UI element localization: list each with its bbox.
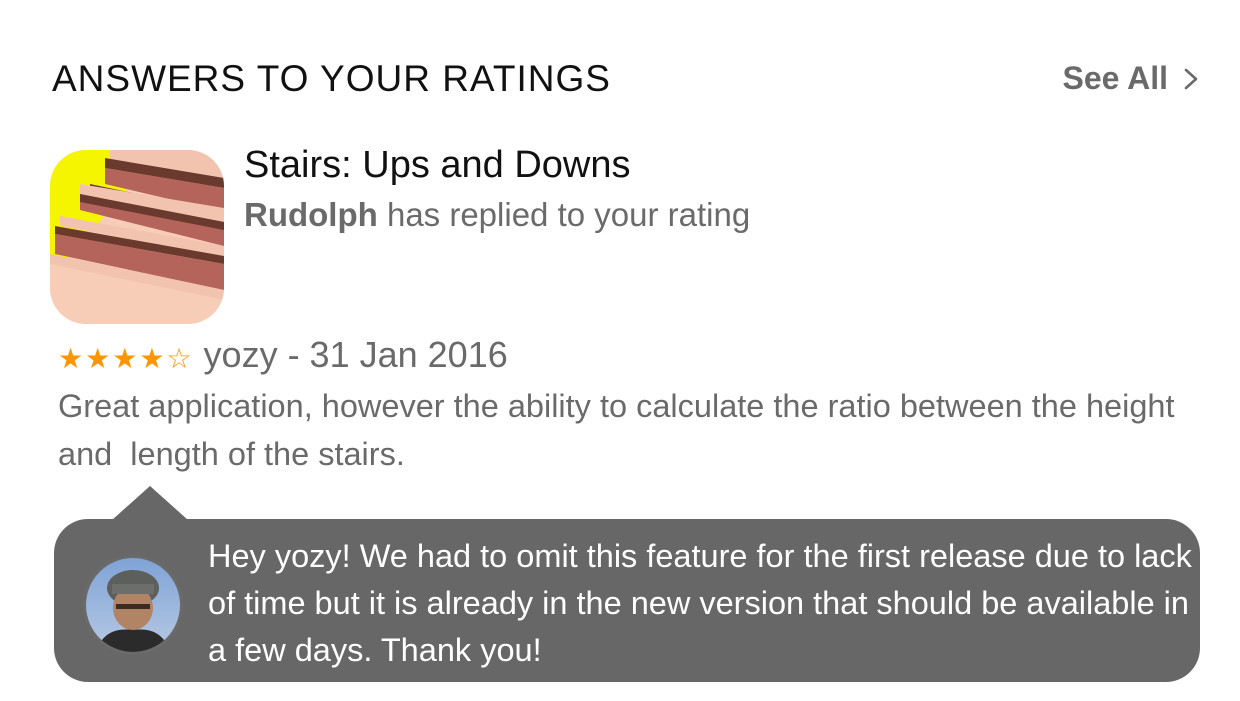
developer-avatar: [86, 558, 180, 652]
section-title: ANSWERS TO YOUR RATINGS: [52, 58, 611, 99]
star-empty-icon: ☆: [166, 343, 192, 374]
app-title[interactable]: Stairs: Ups and Downs: [244, 144, 631, 187]
see-all-link[interactable]: See All: [1062, 60, 1200, 97]
reply-bubble-tail: [112, 486, 188, 520]
reply-notice-text: has replied to your rating: [377, 196, 751, 233]
review-rating-line: ★ ★ ★ ★ ☆ yozy - 31 Jan 2016: [58, 334, 508, 376]
stairs-app-icon[interactable]: [50, 150, 224, 324]
chevron-right-icon: [1184, 68, 1198, 89]
see-all-label: See All: [1062, 60, 1168, 96]
reply-notice: Rudolph has replied to your rating: [244, 196, 750, 234]
star-filled-icon: ★: [85, 343, 111, 374]
star-filled-icon: ★: [139, 343, 165, 374]
review-meta: yozy - 31 Jan 2016: [203, 334, 508, 375]
star-rating: ★ ★ ★ ★ ☆: [58, 345, 192, 373]
developer-reply-text: Hey yozy! We had to omit this feature fo…: [208, 538, 1192, 668]
review-text: Great application, however the ability t…: [58, 388, 1184, 472]
star-filled-icon: ★: [58, 343, 84, 374]
star-filled-icon: ★: [112, 343, 138, 374]
replier-name: Rudolph: [244, 196, 378, 233]
